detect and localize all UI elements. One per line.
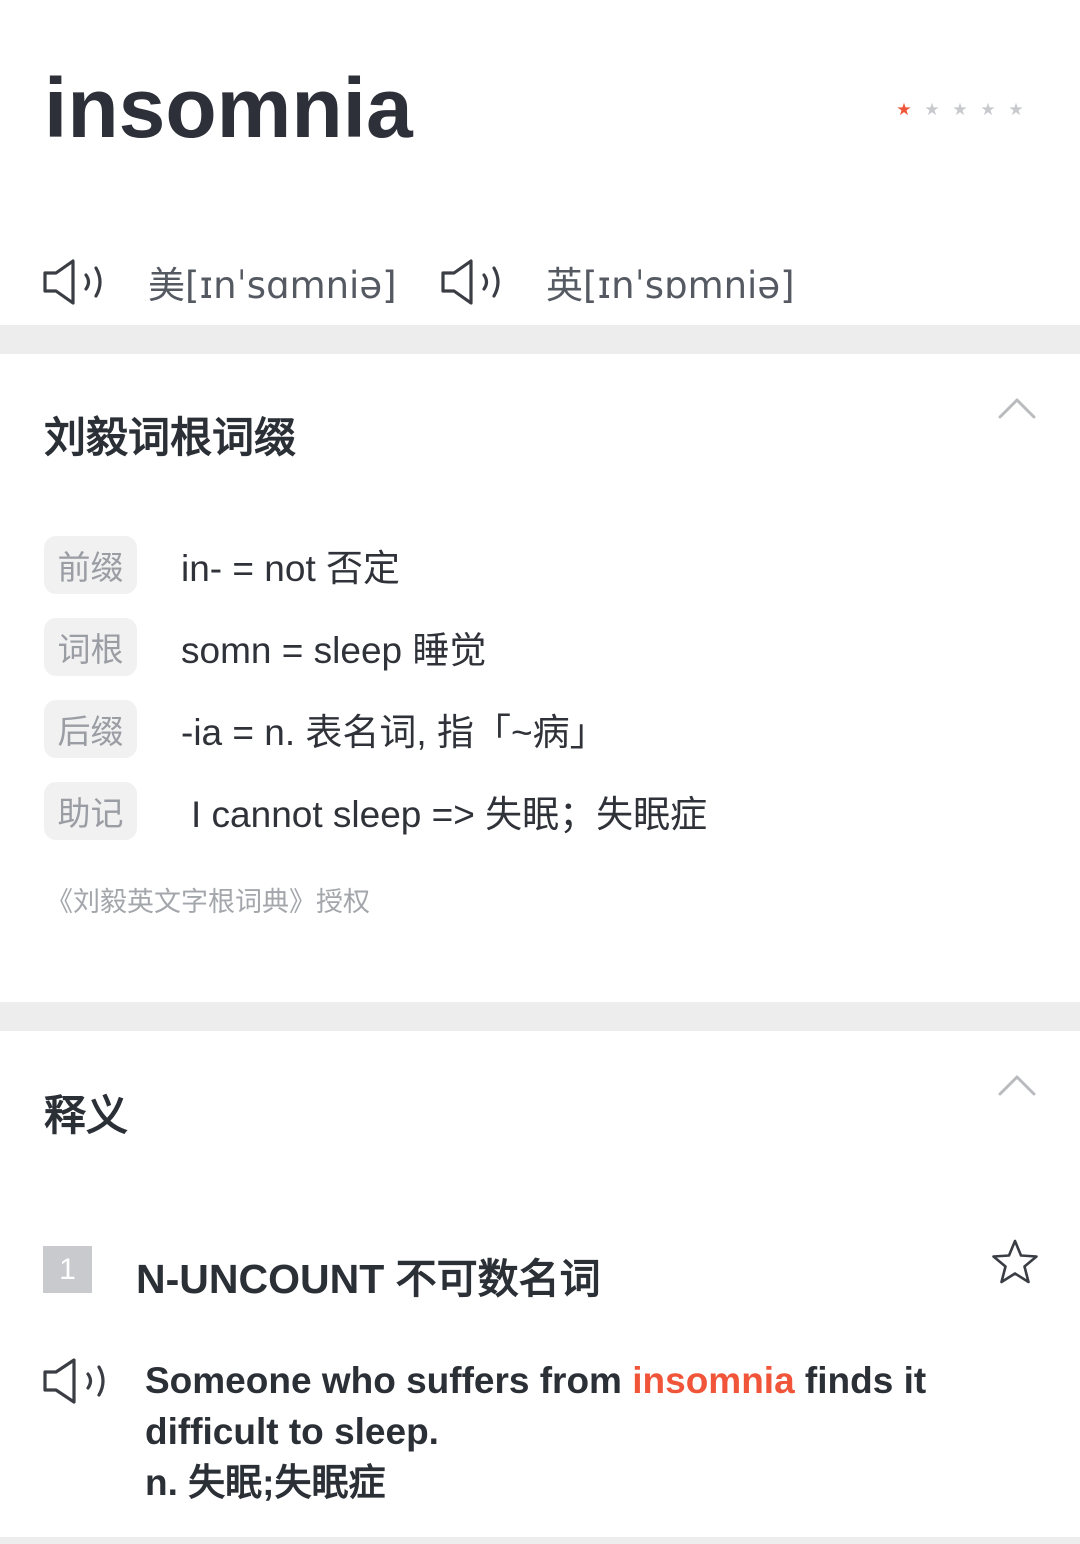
pron-region: 美 bbox=[148, 264, 185, 307]
speaker-icon[interactable] bbox=[40, 256, 108, 308]
star-empty-icon: ★ bbox=[980, 100, 996, 119]
headword: insomnia bbox=[44, 61, 413, 155]
chevron-up-icon[interactable] bbox=[997, 1073, 1037, 1097]
pronunciation-us[interactable]: 美[ɪnˈsɑmniə] bbox=[40, 250, 397, 314]
example-text: Someone who suffers from bbox=[145, 1360, 633, 1401]
example-highlight: insomnia bbox=[632, 1360, 795, 1401]
pron-region: 英 bbox=[546, 264, 583, 307]
root-tag: 后缀 bbox=[44, 700, 137, 758]
speaker-icon[interactable] bbox=[40, 1354, 112, 1408]
definitions-section-title: 释义 bbox=[44, 1092, 129, 1139]
pron-ipa: [ɪnˈsɒmniə] bbox=[583, 264, 795, 307]
definition-translation: n. 失眠;失眠症 bbox=[145, 1462, 386, 1503]
root-row-prefix: 前缀 in- = not 否定 bbox=[44, 536, 400, 594]
root-text: -ia = n. 表名词, 指「~病」 bbox=[181, 712, 607, 753]
root-row-root: 词根 somn = sleep 睡觉 bbox=[44, 618, 486, 676]
roots-section-title: 刘毅词根词缀 bbox=[44, 414, 297, 461]
root-tag: 词根 bbox=[44, 618, 137, 676]
root-text: somn = sleep 睡觉 bbox=[181, 630, 487, 671]
definition-number: 1 bbox=[43, 1246, 92, 1293]
frequency-stars: ★ ★ ★ ★ ★ bbox=[896, 101, 1024, 118]
star-empty-icon: ★ bbox=[1008, 100, 1024, 119]
star-favorite-icon[interactable] bbox=[990, 1238, 1040, 1286]
root-row-suffix: 后缀 -ia = n. 表名词, 指「~病」 bbox=[44, 700, 607, 758]
section-divider bbox=[0, 325, 1080, 354]
pronunciation-uk[interactable]: 英[ɪnˈsɒmniə] bbox=[438, 250, 795, 314]
root-tag: 前缀 bbox=[44, 536, 137, 594]
root-tag: 助记 bbox=[44, 782, 137, 840]
definition-example: Someone who suffers from insomnia finds … bbox=[145, 1355, 1005, 1508]
speaker-icon[interactable] bbox=[438, 256, 506, 308]
root-text: I cannot sleep => 失眠；失眠症 bbox=[191, 794, 708, 835]
star-filled-icon: ★ bbox=[896, 100, 912, 119]
pron-ipa: [ɪnˈsɑmniə] bbox=[185, 264, 397, 307]
section-divider bbox=[0, 1002, 1080, 1031]
star-empty-icon: ★ bbox=[924, 100, 940, 119]
star-empty-icon: ★ bbox=[952, 100, 968, 119]
source-credit: 《刘毅英文字根词典》授权 bbox=[46, 887, 370, 917]
section-divider bbox=[0, 1537, 1080, 1544]
root-text: in- = not 否定 bbox=[181, 548, 401, 589]
chevron-up-icon[interactable] bbox=[997, 396, 1037, 420]
part-of-speech: N-UNCOUNT 不可数名词 bbox=[136, 1256, 601, 1302]
root-row-mnemonic: 助记 I cannot sleep => 失眠；失眠症 bbox=[44, 782, 707, 840]
